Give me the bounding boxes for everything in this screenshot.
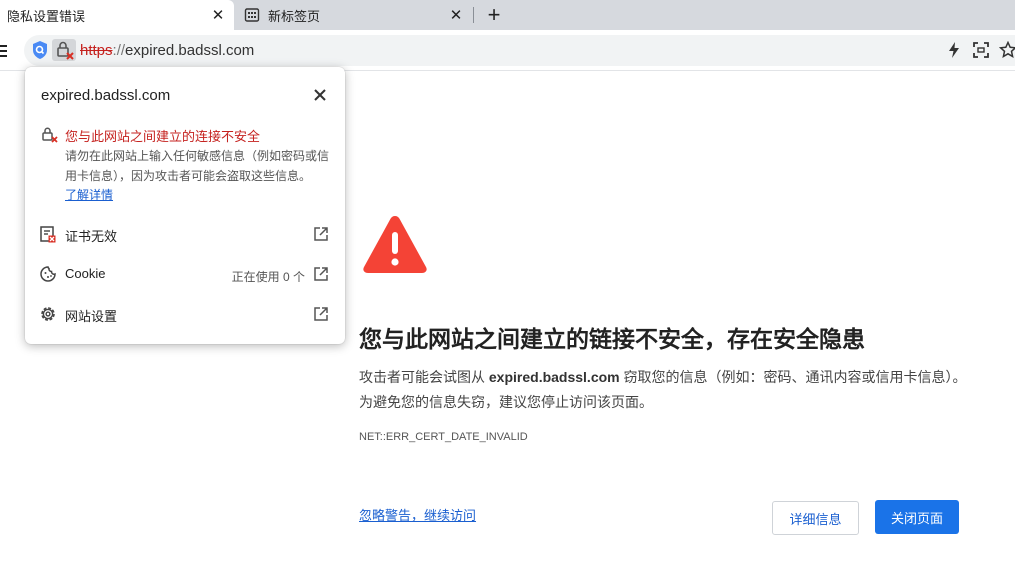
lightning-icon[interactable] (945, 41, 963, 59)
tab-title: 隐私设置错误 (7, 8, 86, 24)
error-code: NET::ERR_CERT_DATE_INVALID (359, 431, 528, 443)
external-link-icon (314, 227, 328, 241)
cookie-icon (40, 266, 56, 282)
row-label: 网站设置 (65, 309, 118, 324)
popup-row-site-settings[interactable]: 网站设置 (25, 295, 345, 335)
url-separator: :// (112, 42, 126, 59)
tab-privacy-error[interactable]: 隐私设置错误 ✕ (0, 0, 234, 30)
close-page-button[interactable]: 关闭页面 (875, 500, 959, 534)
url-host: expired.badssl.com (125, 42, 255, 59)
url-text[interactable]: https://expired.badssl.com (80, 42, 254, 59)
desc-host: expired.badssl.com (488, 369, 620, 385)
lock-warning-icon (57, 41, 74, 60)
menu-icon[interactable] (0, 44, 8, 58)
error-heading: 您与此网站之间建立的链接不安全，存在安全隐患 (359, 326, 865, 352)
popup-row-cookie[interactable]: Cookie 正在使用 0 个 (25, 255, 345, 295)
external-link-icon (314, 307, 328, 321)
url-scheme: https (80, 42, 113, 59)
site-info-popup: expired.badssl.com 您与此网站之间建立的连接不安全 请勿在此网… (25, 67, 345, 344)
gear-icon (41, 307, 55, 321)
tab-separator (473, 7, 474, 23)
row-label: 证书无效 (65, 229, 118, 244)
connection-warning-title: 您与此网站之间建立的连接不安全 (65, 129, 261, 144)
desc-text: 攻击者可能会试图从 (359, 369, 489, 385)
lock-warning-icon (42, 127, 58, 143)
cookie-count: 正在使用 0 个 (231, 270, 305, 284)
close-icon[interactable] (311, 86, 329, 104)
site-info-button[interactable] (52, 39, 76, 61)
tab-title: 新标签页 (268, 8, 321, 24)
tab-close-icon[interactable]: ✕ (446, 5, 466, 25)
tab-new-tab[interactable]: 新标签页 ✕ (236, 0, 472, 30)
new-tab-button[interactable]: + (483, 4, 505, 26)
tab-strip: 隐私设置错误 ✕ 新标签页 ✕ + (0, 0, 1015, 30)
error-description: 攻击者可能会试图从 expired.badssl.com 窃取您的信息（例如：密… (359, 365, 969, 415)
certificate-icon (40, 226, 56, 243)
warning-triangle-icon (363, 216, 427, 273)
screenshot-icon[interactable] (972, 41, 990, 59)
star-icon[interactable] (999, 41, 1015, 59)
popup-row-certificate[interactable]: 证书无效 (25, 215, 345, 255)
connection-warning-description: 请勿在此网站上输入任何敏感信息（例如密码或信用卡信息），因为攻击者可能会盗取这些… (65, 149, 330, 183)
row-label: Cookie (65, 266, 106, 281)
external-link-icon (314, 267, 328, 281)
tab-close-icon[interactable]: ✕ (208, 5, 228, 25)
popup-domain: expired.badssl.com (41, 87, 171, 104)
shield-icon[interactable] (31, 40, 49, 60)
proceed-anyway-link[interactable]: 忽略警告，继续访问 (359, 505, 476, 524)
details-button[interactable]: 详细信息 (772, 501, 859, 535)
new-tab-page-icon (244, 8, 260, 22)
learn-more-link[interactable]: 了解详情 (65, 186, 113, 203)
